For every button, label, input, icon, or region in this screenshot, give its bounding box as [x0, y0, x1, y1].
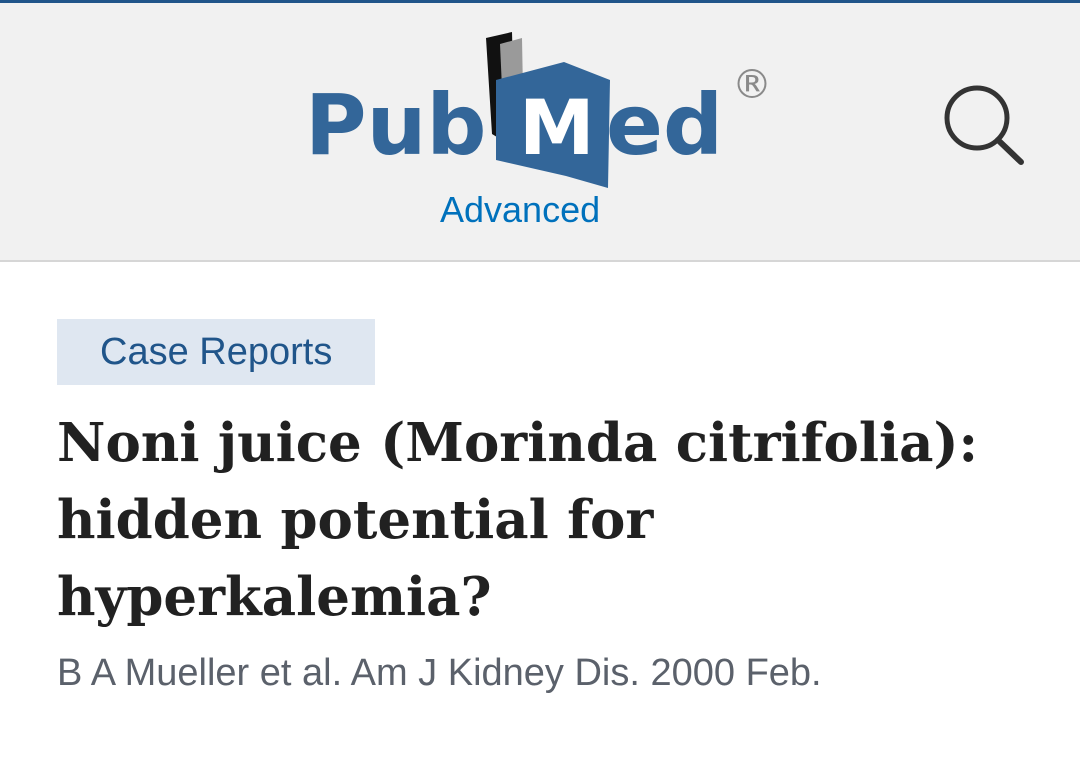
article-summary: Case Reports Noni juice (Morinda citrifo… — [57, 319, 1037, 696]
logo-word-pub: Pub — [305, 76, 487, 174]
pubmed-logo-link[interactable]: Pub M ed ® Advanced — [300, 28, 780, 238]
logo-subtitle: Advanced — [440, 189, 601, 230]
logo-letter-m: M — [519, 83, 595, 172]
search-icon — [944, 85, 1024, 165]
article-citation: B A Mueller et al. Am J Kidney Dis. 2000… — [57, 652, 822, 694]
publication-type-badge: Case Reports — [57, 319, 376, 385]
registered-mark: ® — [732, 62, 772, 108]
site-header: Pub M ed ® Advanced — [0, 3, 1080, 262]
article-title[interactable]: Noni juice (Morinda citrifolia): hidden … — [57, 405, 1037, 636]
logo-word-ed: ed — [606, 76, 723, 174]
pubmed-logo: Pub M ed ® — [305, 32, 772, 188]
search-button[interactable] — [935, 78, 1035, 178]
